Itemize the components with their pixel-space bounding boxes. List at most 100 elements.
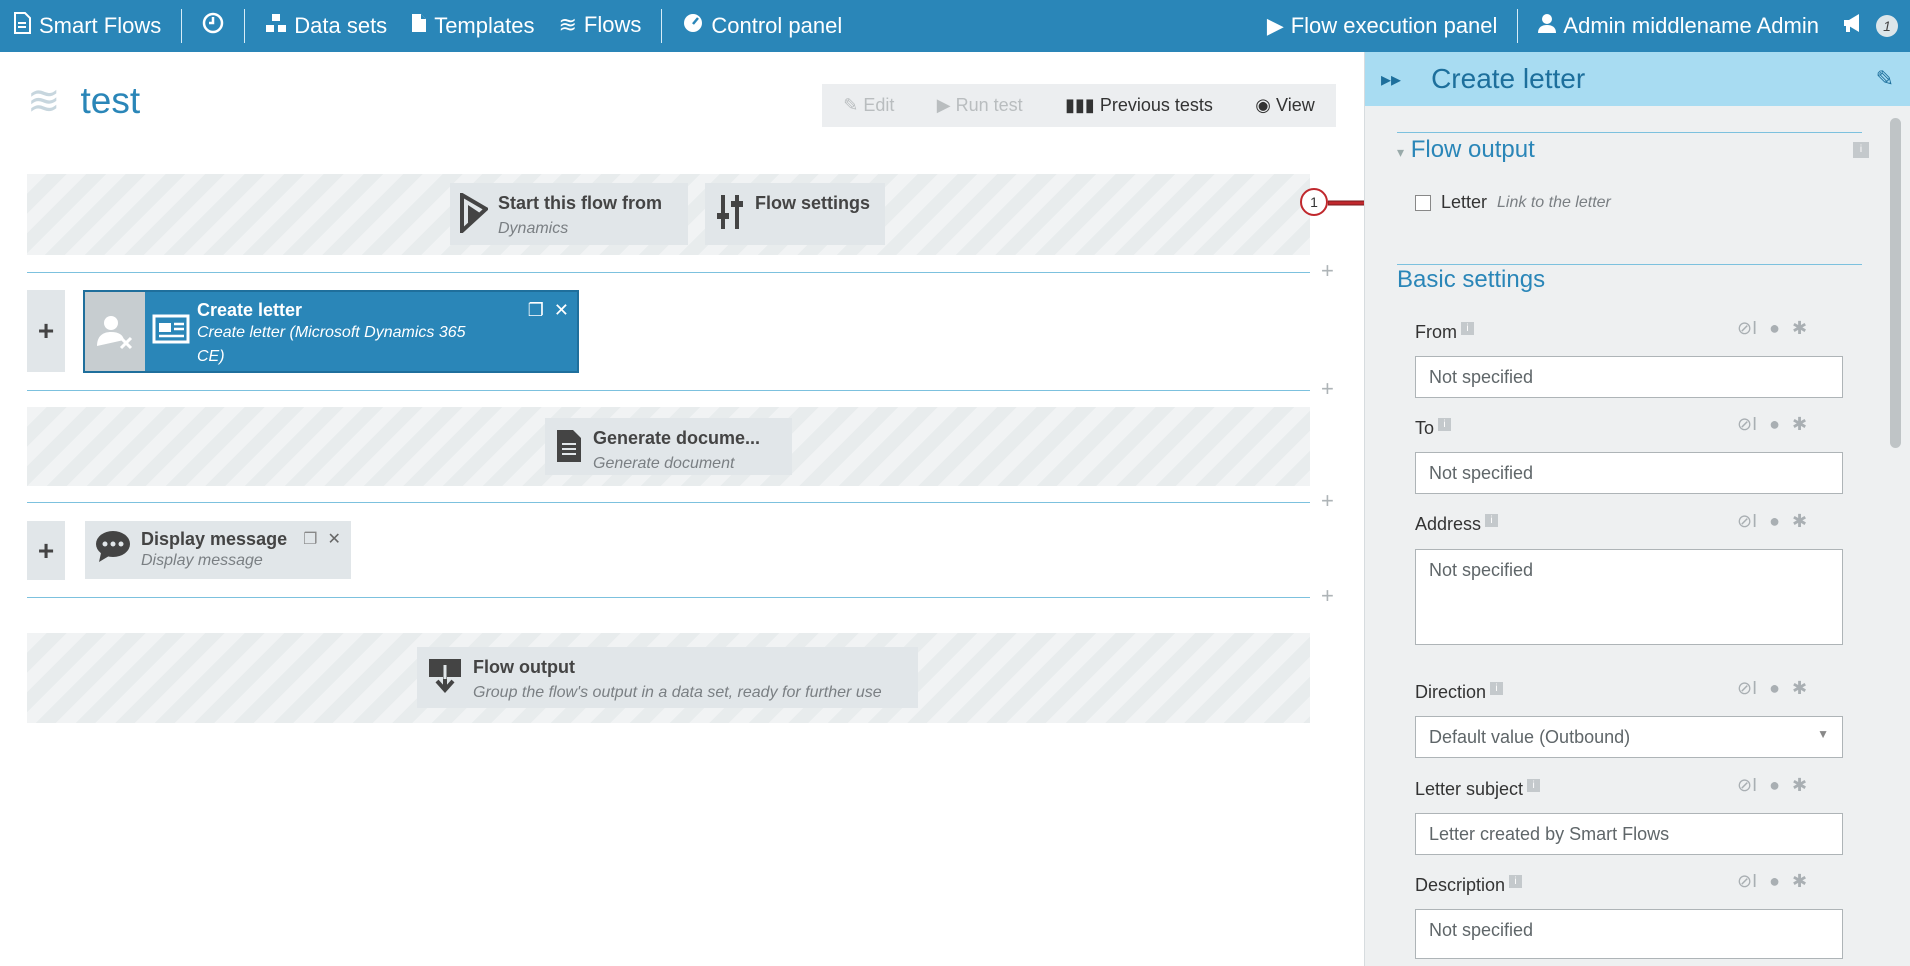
- letter-subject-input[interactable]: Letter created by Smart Flows: [1415, 813, 1843, 855]
- link-text-icon[interactable]: ⊘I: [1737, 511, 1757, 532]
- link-text-icon[interactable]: ⊘I: [1737, 775, 1757, 796]
- asterisk-icon[interactable]: ✱: [1792, 414, 1807, 435]
- nav-divider: [244, 9, 246, 43]
- flow-connector-line: [27, 272, 1310, 273]
- view-button[interactable]: ◉ View: [1255, 95, 1314, 116]
- asterisk-icon[interactable]: ✱: [1792, 871, 1807, 892]
- generate-document-subtitle: Generate document: [593, 455, 735, 472]
- nav-templates[interactable]: Templates: [399, 0, 546, 52]
- letter-output-row: Letter Link to the letter: [1415, 192, 1611, 213]
- close-icon[interactable]: ✕: [327, 529, 340, 549]
- callout-marker: 1: [1300, 188, 1328, 216]
- flow-output-section-label: Flow output: [1410, 136, 1535, 163]
- add-step-button[interactable]: +: [27, 521, 65, 580]
- insert-step-button[interactable]: +: [1321, 258, 1334, 284]
- step-properties-panel: ▸▸ Create letter ✎ ▾ Flow output i Lette…: [1364, 52, 1910, 966]
- flow-output-title: Flow output: [473, 657, 575, 677]
- letter-label: Letter: [1441, 192, 1488, 212]
- flow-settings-step[interactable]: Flow settings: [705, 183, 885, 245]
- link-text-icon[interactable]: ⊘I: [1737, 318, 1757, 339]
- add-step-button[interactable]: +: [27, 290, 65, 372]
- user-menu[interactable]: Admin middlename Admin: [1526, 0, 1831, 52]
- info-icon[interactable]: i: [1485, 514, 1499, 527]
- asterisk-icon[interactable]: ✱: [1792, 511, 1807, 532]
- flow-output-step[interactable]: Flow output Group the flow's output in a…: [417, 647, 918, 708]
- user-icon[interactable]: ●: [1769, 871, 1780, 892]
- insert-step-button[interactable]: +: [1321, 376, 1334, 402]
- link-text-icon[interactable]: ⊘I: [1737, 678, 1757, 699]
- sitemap-icon: [265, 13, 287, 39]
- flow-connector-line: [27, 390, 1310, 391]
- info-icon[interactable]: i: [1490, 682, 1504, 695]
- waves-icon: ≋: [558, 11, 577, 37]
- user-remove-icon: [85, 292, 145, 371]
- from-input[interactable]: Not specified: [1415, 356, 1843, 398]
- info-icon[interactable]: i: [1527, 779, 1541, 792]
- clock-icon: [202, 12, 224, 40]
- view-button-label: View: [1276, 95, 1315, 115]
- nav-templates-label: Templates: [434, 13, 535, 38]
- from-label: From i: [1415, 322, 1474, 343]
- asterisk-icon[interactable]: ✱: [1792, 318, 1807, 339]
- user-icon[interactable]: ●: [1769, 775, 1780, 796]
- create-letter-step[interactable]: Create letter Create letter (Microsoft D…: [83, 290, 579, 373]
- insert-step-button[interactable]: +: [1321, 488, 1334, 514]
- previous-tests-button[interactable]: ▮▮▮ Previous tests: [1065, 95, 1213, 116]
- generate-document-step[interactable]: Generate docume... Generate document: [545, 418, 792, 475]
- description-textarea[interactable]: Not specified: [1415, 909, 1843, 959]
- user-name: Admin middlename Admin: [1563, 13, 1819, 38]
- asterisk-icon[interactable]: ✱: [1792, 775, 1807, 796]
- info-icon[interactable]: i: [1853, 142, 1869, 158]
- panel-scrollbar-thumb[interactable]: [1890, 118, 1901, 448]
- nav-control-panel[interactable]: Control panel: [670, 0, 854, 52]
- flow-execution-panel-label: Flow execution panel: [1290, 13, 1498, 38]
- nav-control-panel-label: Control panel: [711, 13, 843, 38]
- duplicate-icon[interactable]: ❐: [303, 529, 317, 549]
- address-textarea[interactable]: Not specified: [1415, 549, 1843, 645]
- direction-value: Default value (Outbound): [1429, 727, 1631, 747]
- asterisk-icon[interactable]: ✱: [1792, 678, 1807, 699]
- run-test-button[interactable]: ▶ Run test: [937, 95, 1023, 116]
- info-icon[interactable]: i: [1438, 418, 1452, 431]
- start-flow-step[interactable]: Start this flow from Dynamics: [450, 183, 688, 245]
- close-icon[interactable]: ✕: [554, 300, 569, 321]
- nav-data-sets[interactable]: Data sets: [253, 0, 399, 52]
- flow-output-section-title[interactable]: ▾ Flow output: [1397, 136, 1535, 164]
- flow-waves-icon: ≋: [27, 79, 61, 123]
- nav-flows[interactable]: ≋ Flows: [546, 0, 653, 52]
- link-text-icon[interactable]: ⊘I: [1737, 414, 1757, 435]
- user-icon[interactable]: ●: [1769, 414, 1780, 435]
- chat-bubble-icon: [95, 529, 131, 568]
- to-input[interactable]: Not specified: [1415, 452, 1843, 494]
- flow-output-subtitle: Group the flow's output in a data set, r…: [473, 684, 882, 701]
- collapse-panel-icon[interactable]: ▸▸: [1381, 67, 1401, 92]
- section-divider: [1397, 264, 1862, 265]
- info-icon[interactable]: i: [1461, 322, 1474, 335]
- user-icon[interactable]: ●: [1769, 511, 1780, 532]
- document-icon: [411, 13, 427, 39]
- direction-select[interactable]: Default value (Outbound) ▼: [1415, 716, 1843, 758]
- link-text-icon[interactable]: ⊘I: [1737, 871, 1757, 892]
- notifications-button[interactable]: 1: [1831, 0, 1910, 52]
- info-icon[interactable]: i: [1509, 875, 1523, 888]
- edit-button[interactable]: ✎ Edit: [843, 95, 894, 116]
- duplicate-icon[interactable]: ❐: [528, 300, 544, 321]
- nav-divider: [1517, 9, 1519, 43]
- pencil-icon[interactable]: ✎: [1876, 66, 1894, 92]
- user-icon[interactable]: ●: [1769, 678, 1780, 699]
- description-label: Description i: [1415, 875, 1523, 896]
- brand-link[interactable]: Smart Flows: [0, 0, 173, 52]
- letter-checkbox[interactable]: [1415, 194, 1431, 211]
- display-message-step[interactable]: Display message Display message ❐ ✕: [85, 521, 351, 579]
- previous-tests-label: Previous tests: [1099, 95, 1213, 115]
- page-header: ≋ test: [27, 80, 140, 122]
- smart-flows-logo-icon: [12, 12, 32, 40]
- insert-step-button[interactable]: +: [1321, 583, 1334, 609]
- document-lines-icon: [555, 428, 583, 469]
- user-icon[interactable]: ●: [1769, 318, 1780, 339]
- flow-execution-panel-link[interactable]: ▶ Flow execution panel: [1255, 0, 1510, 52]
- edit-button-label: Edit: [863, 95, 895, 115]
- nav-data-sets-label: Data sets: [294, 13, 388, 38]
- history-button[interactable]: [190, 0, 236, 52]
- brand-label: Smart Flows: [39, 13, 162, 38]
